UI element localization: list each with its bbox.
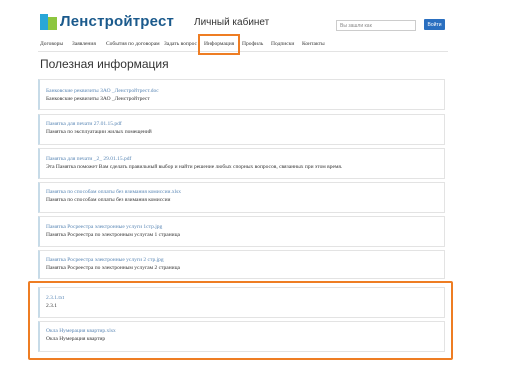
page-title: Полезная информация xyxy=(40,57,169,71)
logo-mark-icon xyxy=(40,13,57,30)
document-description: Памятка по способам оплаты без взимания … xyxy=(46,197,171,203)
document-link[interactable]: Памятка по способам оплаты без взимания … xyxy=(46,189,181,195)
document-link[interactable]: Памятка Росреестра электронные услуги 1с… xyxy=(46,224,162,230)
document-description: Памятка Росреестра по электронным услуга… xyxy=(46,265,180,271)
document-card: Памятка Росреестра электронные услуги 2 … xyxy=(38,250,445,279)
nav-item-applications[interactable]: Заявления xyxy=(72,41,96,47)
logo[interactable]: Ленстройтрест xyxy=(40,13,174,30)
cards-highlight-frame xyxy=(28,281,453,360)
document-description: Банковские реквизиты ЗАО _Ленстройтрест xyxy=(46,96,150,102)
document-card: Памятка Росреестра электронные услуги 1с… xyxy=(38,216,445,247)
document-card: Памятка по способам оплаты без взимания … xyxy=(38,182,445,213)
nav-highlight-frame xyxy=(198,34,240,55)
document-link[interactable]: Памятка для печати 27.01.15.pdf xyxy=(46,121,122,127)
nav-item-profile[interactable]: Профиль xyxy=(242,41,263,47)
nav-item-contacts[interactable]: Контакты xyxy=(302,41,325,47)
cabinet-title: Личный кабинет xyxy=(194,17,270,28)
nav-item-events[interactable]: События по договорам xyxy=(106,41,160,47)
document-link[interactable]: Банковские реквизиты ЗАО _Ленстройтрест.… xyxy=(46,88,159,94)
search-input[interactable] xyxy=(336,20,416,31)
nav-divider xyxy=(38,51,448,52)
document-card: Памятка для печати _2_ 29.01.15.pdf Эта … xyxy=(38,148,445,179)
document-link[interactable]: Памятка Росреестра электронные услуги 2 … xyxy=(46,257,164,263)
nav-item-contracts[interactable]: Договоры xyxy=(40,41,63,47)
document-card: Банковские реквизиты ЗАО _Ленстройтрест.… xyxy=(38,79,445,110)
nav-item-subscriptions[interactable]: Подписки xyxy=(271,41,294,47)
main-nav: Договоры Заявления События по договорам … xyxy=(38,38,448,50)
login-button[interactable]: Войти xyxy=(424,19,445,30)
document-card: Памятка для печати 27.01.15.pdf Памятка … xyxy=(38,114,445,145)
document-description: Эта Памятка поможет Вам сделать правильн… xyxy=(46,164,343,170)
document-description: Памятка по эксплуатации жилых помещений xyxy=(46,129,152,135)
nav-item-ask-question[interactable]: Задать вопрос xyxy=(164,41,197,47)
logo-text: Ленстройтрест xyxy=(60,13,175,30)
document-link[interactable]: Памятка для печати _2_ 29.01.15.pdf xyxy=(46,156,131,162)
document-description: Памятка Росреестра по электронным услуга… xyxy=(46,232,180,238)
